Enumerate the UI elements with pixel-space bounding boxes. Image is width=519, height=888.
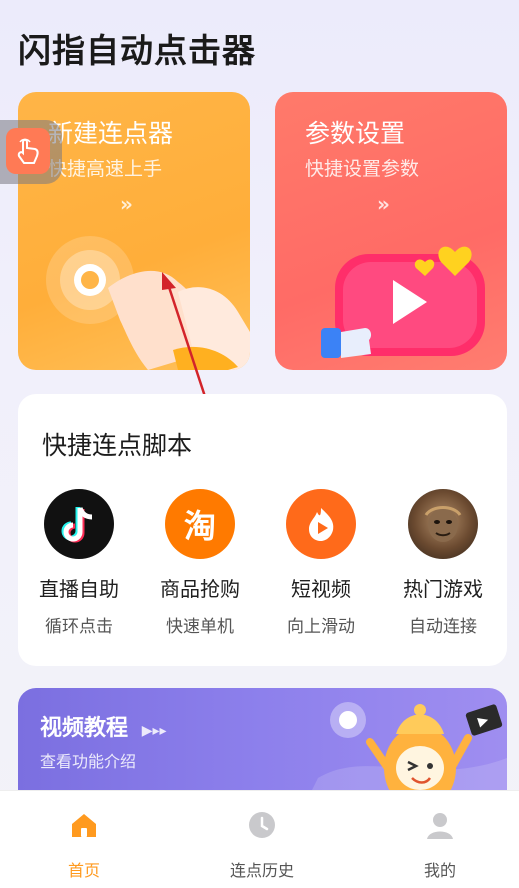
script-name: 热门游戏	[403, 577, 483, 601]
script-item-live-assist[interactable]: 直播自助 循环点击	[24, 489, 134, 637]
tab-label: 我的	[423, 861, 456, 880]
script-item-short-video[interactable]: 短视频 向上滑动	[266, 489, 376, 637]
tab-click-history[interactable]: 连点历史	[202, 809, 322, 881]
script-desc: 快速单机	[166, 617, 234, 637]
game-avatar-icon	[408, 489, 478, 559]
tiktok-icon	[44, 489, 114, 559]
touch-hand-icon	[6, 128, 50, 174]
param-settings-title: 参数设置	[305, 119, 406, 148]
script-desc: 循环点击	[45, 617, 113, 637]
mascot-illustration	[308, 702, 507, 798]
double-chevron-icon: »	[120, 192, 133, 216]
home-icon	[72, 814, 96, 837]
bottom-tab-bar: 首页 连点历史 我的	[0, 790, 519, 888]
taobao-icon: 淘	[165, 489, 235, 559]
quick-scripts-panel: 快捷连点脚本 直播自助 循环点击 淘 商品抢购 快速单机 短视频 向上滑动 热门…	[18, 394, 507, 666]
short-video-icon	[286, 489, 356, 559]
tab-home[interactable]: 首页	[24, 809, 144, 881]
param-settings-card[interactable]: 参数设置 快捷设置参数 »	[275, 92, 507, 370]
script-name: 短视频	[291, 577, 351, 601]
script-name: 直播自助	[39, 577, 119, 601]
script-desc: 向上滑动	[287, 617, 355, 637]
tab-label: 连点历史	[229, 861, 294, 880]
clock-icon	[249, 812, 275, 838]
new-clicker-title: 新建连点器	[48, 119, 174, 148]
quick-scripts-title: 快捷连点脚本	[42, 431, 193, 460]
video-tutorial-title: 视频教程 ▶▸▸	[40, 716, 167, 741]
floating-clicker-button[interactable]	[0, 120, 62, 184]
user-icon	[427, 813, 453, 839]
script-desc: 自动连接	[409, 617, 477, 637]
app-title: 闪指自动点击器	[18, 31, 256, 70]
tab-label: 首页	[67, 861, 100, 880]
tab-profile[interactable]: 我的	[380, 809, 500, 881]
video-tutorial-banner[interactable]: 视频教程 ▶▸▸ 查看功能介绍	[18, 688, 507, 798]
script-name: 商品抢购	[160, 577, 240, 601]
script-item-flash-sale[interactable]: 淘 商品抢购 快速单机	[145, 489, 255, 637]
double-chevron-icon: »	[377, 192, 390, 216]
video-like-illustration	[321, 246, 485, 358]
new-clicker-subtitle: 快捷高速上手	[48, 158, 163, 180]
video-tutorial-subtitle: 查看功能介绍	[40, 752, 137, 771]
play-arrows-icon: ▶▸▸	[141, 723, 167, 739]
param-settings-subtitle: 快捷设置参数	[305, 158, 420, 180]
script-item-hot-games[interactable]: 热门游戏 自动连接	[388, 489, 498, 637]
